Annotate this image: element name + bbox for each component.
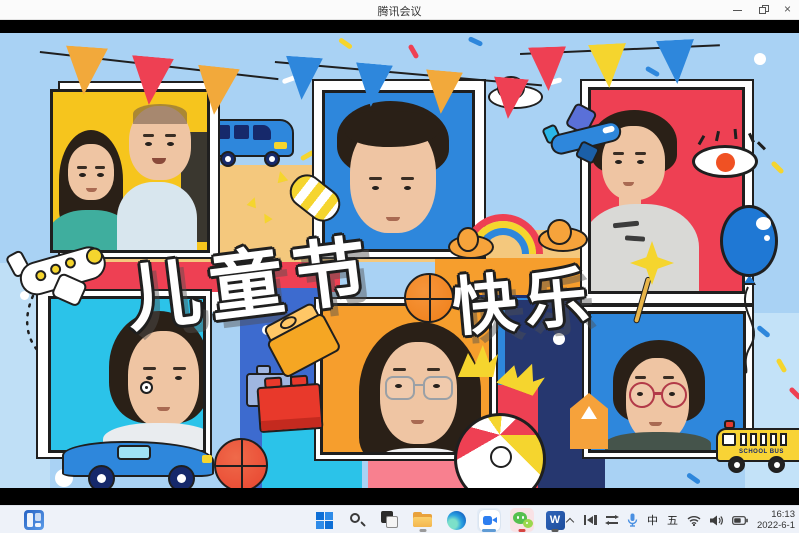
volume-icon[interactable]	[710, 515, 723, 526]
windows-start-icon	[316, 512, 333, 529]
task-view-icon	[381, 511, 399, 529]
notification-indicator	[519, 529, 526, 532]
ime-language-indicator[interactable]: 中	[647, 512, 658, 528]
participant-hair	[133, 104, 187, 124]
search-icon	[348, 511, 366, 529]
battery-icon[interactable]	[732, 516, 748, 525]
restore-button[interactable]	[758, 4, 770, 16]
network-activity-icon[interactable]	[606, 514, 618, 526]
windows-taskbar: W 中 五	[0, 505, 799, 533]
tencent-meeting-button[interactable]	[477, 508, 501, 532]
running-indicator	[552, 529, 559, 532]
confetti-dash	[468, 36, 484, 47]
lego-block-icon	[256, 383, 323, 433]
meeting-tray-icon[interactable]	[584, 514, 597, 526]
microphone-icon[interactable]	[627, 513, 638, 527]
widgets-button[interactable]	[22, 508, 46, 532]
basketball-icon	[214, 438, 268, 488]
school-bus-label: SCHOOL BUS	[739, 449, 799, 455]
confetti-dash	[338, 37, 353, 50]
edge-button[interactable]	[444, 508, 468, 532]
close-button[interactable]: ×	[784, 4, 796, 16]
basketball-icon	[404, 273, 454, 323]
close-icon: ×	[784, 3, 791, 15]
active-indicator	[482, 529, 496, 532]
file-explorer-button[interactable]	[411, 508, 435, 532]
window-title: 腾讯会议	[0, 3, 799, 19]
eye-icon	[692, 133, 764, 179]
meeting-video-stage: 儿童节 快乐 SCHOOL BUS	[0, 20, 799, 505]
confetti-dash	[645, 66, 660, 78]
glasses-icon	[385, 376, 415, 400]
word-button[interactable]: W	[543, 508, 567, 532]
balloon-icon	[720, 205, 780, 375]
childrens-day-poster: 儿童节 快乐 SCHOOL BUS	[0, 33, 799, 488]
task-view-button[interactable]	[378, 508, 402, 532]
confetti-dash	[686, 472, 701, 485]
confetti-dash	[408, 44, 420, 59]
search-button[interactable]	[345, 508, 369, 532]
running-indicator	[420, 529, 427, 532]
glasses-icon	[423, 376, 453, 400]
word-icon: W	[546, 511, 565, 530]
school-bus-icon: SCHOOL BUS	[716, 416, 799, 476]
window-titlebar: 腾讯会议 ×	[0, 0, 799, 20]
ime-method-indicator[interactable]: 五	[667, 512, 678, 528]
folder-icon	[413, 512, 433, 529]
hidden-icons-chevron[interactable]	[566, 516, 575, 525]
confetti-dash	[770, 160, 784, 174]
wifi-icon[interactable]	[687, 515, 701, 526]
clock-date: 2022-6-1	[757, 520, 795, 531]
pinwheel-icon	[630, 241, 676, 326]
trail-target-dot	[140, 381, 153, 394]
wechat-icon	[512, 510, 533, 530]
bus-icon	[208, 113, 300, 169]
edge-icon	[447, 511, 466, 530]
dot-white	[754, 53, 766, 65]
start-button[interactable]	[312, 508, 336, 532]
car-icon	[62, 433, 220, 488]
taskbar-clock[interactable]: 16:13 2022-6-1	[757, 509, 795, 531]
widgets-icon	[24, 510, 44, 530]
headline-happy: 快乐	[448, 245, 599, 349]
clock-time: 16:13	[757, 509, 795, 520]
minimize-icon	[733, 10, 742, 11]
minimize-button[interactable]	[732, 4, 744, 16]
wechat-button[interactable]	[510, 508, 534, 532]
tencent-meeting-icon	[479, 510, 500, 531]
